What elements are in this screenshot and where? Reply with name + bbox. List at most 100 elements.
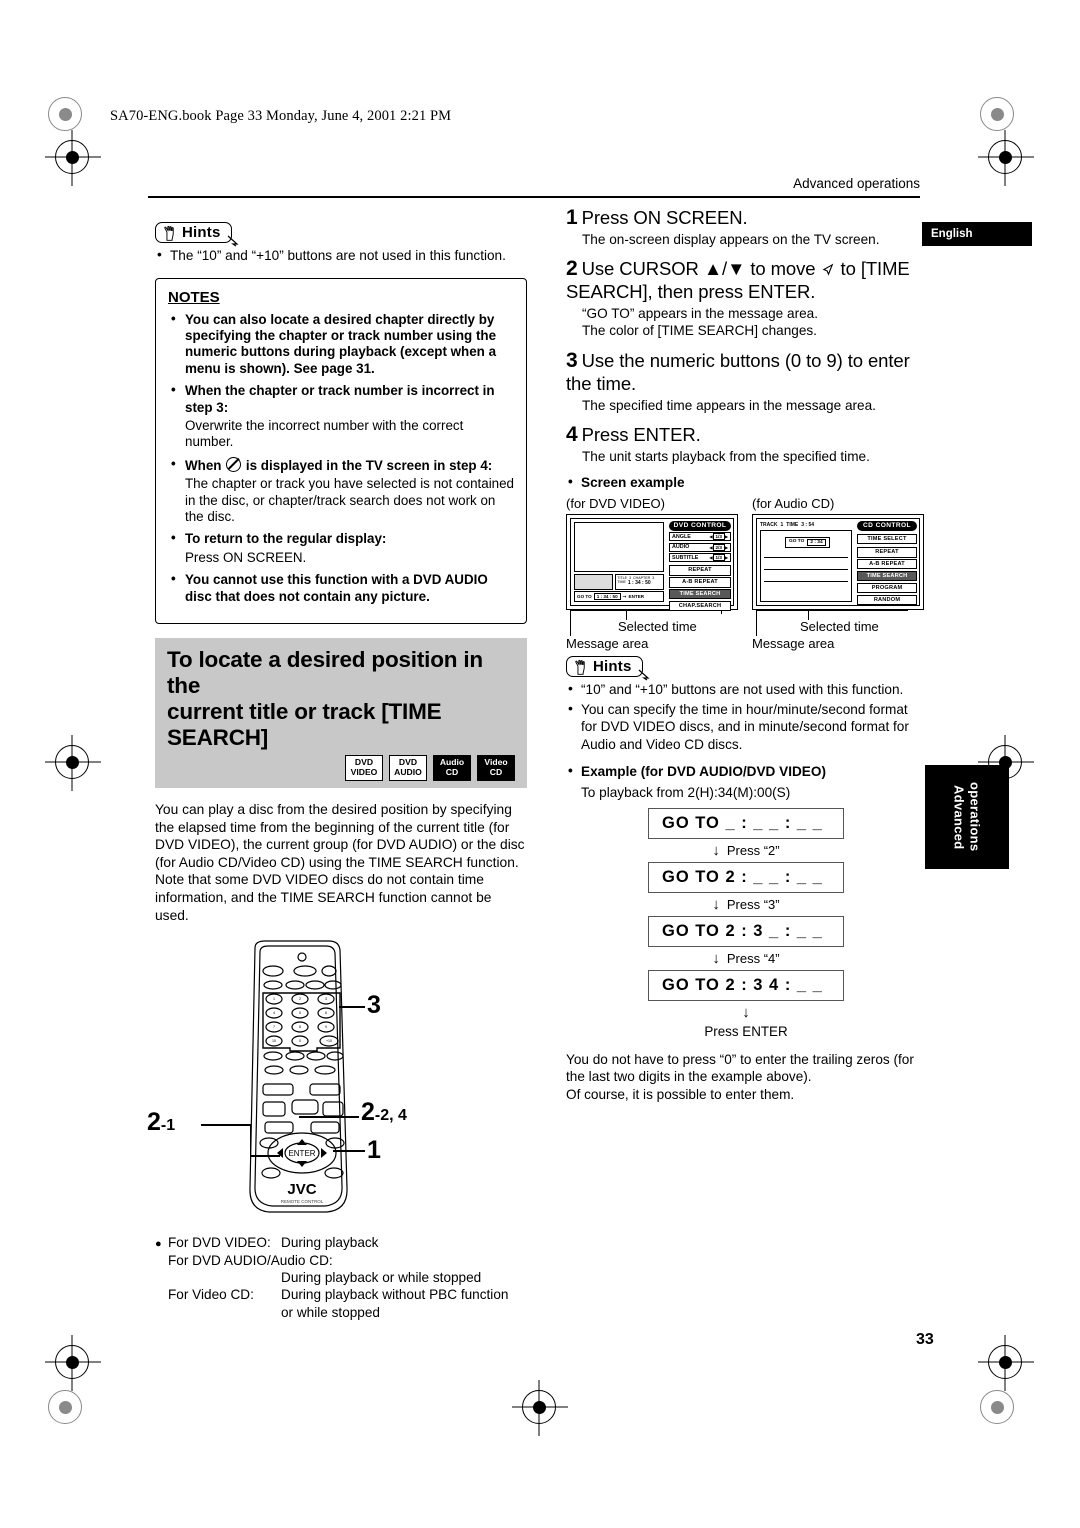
osd-enter-label: ENTER: [628, 594, 645, 600]
callout-line-cursor: [201, 1124, 251, 1126]
availability-row: or while stopped: [155, 1304, 527, 1321]
svg-text:2: 2: [299, 997, 301, 1001]
availability-label: [168, 1269, 281, 1286]
availability-label: For DVD AUDIO/Audio CD:: [168, 1252, 333, 1268]
availability-row: During playback or while stopped: [155, 1269, 527, 1286]
svg-text:+10: +10: [326, 1039, 332, 1043]
screen-example-cd: (for Audio CD) TRACK 1 TIME 3 : 54 GO TO…: [752, 496, 924, 654]
example-heading: Example (for DVD AUDIO/DVD VIDEO): [566, 763, 926, 779]
osd-enter-arrow-icon: ➞: [622, 593, 627, 599]
callout-message-area-cd: Message area: [752, 636, 835, 652]
step-1-heading: 1 Press ON SCREEN.: [566, 206, 926, 229]
file-header: SA70-ENG.book Page 33 Monday, June 4, 20…: [110, 108, 452, 124]
screen-example-dvd: (for DVD VIDEO) TITLE 3 CHAPTER 3 TIME 1…: [566, 496, 738, 654]
section-tab-line2: operations: [967, 782, 983, 852]
registration-mark-top-right: [980, 97, 1014, 131]
running-head: Advanced operations: [793, 176, 920, 191]
no-entry-icon: [226, 456, 242, 472]
step-2-detail: “GO TO” appears in the message area. The…: [582, 306, 818, 339]
svg-text:10: 10: [272, 1039, 276, 1043]
callout-enter-num: 2: [361, 1098, 375, 1127]
svg-text:0: 0: [299, 1039, 301, 1043]
step-4-number: 4: [566, 422, 578, 446]
callout-line-cursor-lower: [250, 1155, 280, 1157]
left-column: Hints The “10” and “+10” buttons are not…: [147, 222, 527, 1321]
hint-item: “10” and “+10” buttons are not used with…: [566, 680, 926, 699]
goto-display-4: GO TO 2 : 3 4 : _ _: [648, 970, 844, 1002]
osd-button-program[interactable]: PROGRAM: [857, 582, 917, 594]
hints-badge-right: Hints: [566, 656, 650, 681]
note-item: When the chapter or track number is inco…: [168, 382, 514, 451]
svg-text:6: 6: [325, 1011, 327, 1015]
callout-cursor-num: 2: [147, 1108, 161, 1137]
notes-title: NOTES: [168, 288, 220, 306]
osd-row-subtitle[interactable]: SUBTITLE ◀ 1/3 ▶: [669, 553, 731, 563]
note-item: To return to the regular display: Press …: [168, 530, 514, 566]
osd-row-angle[interactable]: ANGLE ◀ 1/3 ▶: [669, 532, 731, 542]
osd-row-audio[interactable]: AUDIO ◀ 2/3 ▶: [669, 542, 731, 552]
callout-line-enter: [299, 1116, 359, 1118]
callout-enter: 2-2, 4: [361, 1098, 407, 1127]
availability-row: For DVD VIDEO: During playback: [155, 1234, 527, 1251]
availability-row: For DVD AUDIO/Audio CD:: [155, 1252, 527, 1269]
step-2-title-a: Use CURSOR ▲/▼ to move: [581, 258, 816, 280]
callout-line-onscreen: [333, 1150, 365, 1152]
registration-mark-bottom-right: [980, 1390, 1014, 1424]
pointing-hand-icon: [164, 225, 174, 241]
callout-numeric-buttons: 3: [367, 991, 381, 1020]
step-4-detail: The unit starts playback from the specif…: [582, 448, 870, 464]
crop-mark-right-upper: [988, 140, 1022, 174]
remote-control-drawing: ENTER JVC REMOTE CONTROL 1 2 3 4 5 6 7 8 9 10 0…: [249, 940, 348, 1213]
osd-track-value: 1: [780, 522, 784, 529]
osd-button-ab-repeat[interactable]: A-B REPEAT: [669, 577, 731, 588]
step-2-heading: 2 Use CURSOR ▲/▼ to move to [TIME SEARCH]…: [566, 257, 926, 303]
page-number: 33: [916, 1331, 934, 1348]
callout-line-numeric: [339, 1006, 365, 1008]
svg-text:5: 5: [299, 1011, 301, 1015]
availability-value: or while stopped: [281, 1304, 380, 1320]
badge-line2: VIDEO: [350, 767, 378, 777]
osd-message-area-cd: GO TO 2 : 34: [785, 537, 830, 549]
availability-row: For Video CD: During playback without PB…: [155, 1286, 527, 1303]
crop-mark-bottom-center: [522, 1390, 556, 1424]
osd-button-time-search[interactable]: TIME SEARCH: [669, 589, 731, 600]
section-title: To locate a desired position in the curr…: [167, 647, 515, 751]
step-3: 3 Use the numeric buttons (0 to 9) to ent…: [566, 349, 926, 414]
svg-text:9: 9: [325, 1025, 327, 1029]
osd-button-random[interactable]: RANDOM: [857, 594, 917, 606]
goto-display-1: GO TO _ : _ _ : _ _: [648, 808, 844, 840]
crop-mark-left-upper: [55, 140, 89, 174]
down-arrow-icon: ↓: [742, 1004, 750, 1022]
osd-message-area-dvd: GO TO 1 : 34 : 50 ➞ ENTER: [574, 591, 664, 603]
availability-label: For Video CD:: [168, 1287, 254, 1303]
step-2: 2 Use CURSOR ▲/▼ to move to [TIME SEARCH]…: [566, 257, 926, 339]
osd-goto-value: 1 : 34 : 50: [593, 593, 621, 601]
osd-info: TITLE 3 CHAPTER 3 TIME 1 : 34 : 50: [615, 573, 664, 590]
osd-button-repeat[interactable]: REPEAT: [857, 547, 917, 558]
language-tab-label: English: [931, 228, 973, 240]
step-4-heading: 4 Press ENTER.: [566, 423, 926, 446]
registration-mark-bottom-left: [48, 1390, 82, 1424]
section-body: You can play a disc from the desired pos…: [155, 802, 525, 923]
step-3-detail: The specified time appears in the messag…: [582, 397, 876, 413]
osd-row-audio-label: AUDIO: [672, 544, 690, 551]
hints-tail-icon: [638, 669, 650, 681]
osd-goto-label: GO TO: [577, 594, 592, 600]
note-bold: You cannot use this function with a DVD …: [185, 572, 488, 604]
screen-example-heading: Screen example: [566, 474, 926, 490]
goto-display-2: GO TO 2 : _ _ : _ _: [648, 862, 844, 894]
screen-callouts-cd: Selected time Message area: [752, 610, 924, 654]
osd-button-time-select[interactable]: TIME SELECT: [857, 533, 917, 545]
screen-examples: (for DVD VIDEO) TITLE 3 CHAPTER 3 TIME 1…: [566, 496, 926, 654]
osd-button-time-search[interactable]: TIME SEARCH: [857, 570, 917, 582]
section-title-line1: To locate a desired position in the: [167, 647, 483, 698]
step-3-heading: 3 Use the numeric buttons (0 to 9) to ent…: [566, 349, 926, 395]
badge-line2: AUDIO: [394, 767, 422, 777]
callout-cursor-sub: -1: [160, 1117, 176, 1135]
note-item: When is displayed in the TV screen in st…: [168, 456, 514, 526]
hints-badge-left: Hints: [155, 222, 239, 247]
osd-button-ab-repeat[interactable]: A-B REPEAT: [857, 559, 917, 570]
hints-list-left: The “10” and “+10” buttons are not used …: [155, 246, 527, 265]
osd-dvd: TITLE 3 CHAPTER 3 TIME 1 : 34 : 50 GO TO…: [566, 514, 738, 612]
osd-button-repeat[interactable]: REPEAT: [669, 565, 731, 576]
